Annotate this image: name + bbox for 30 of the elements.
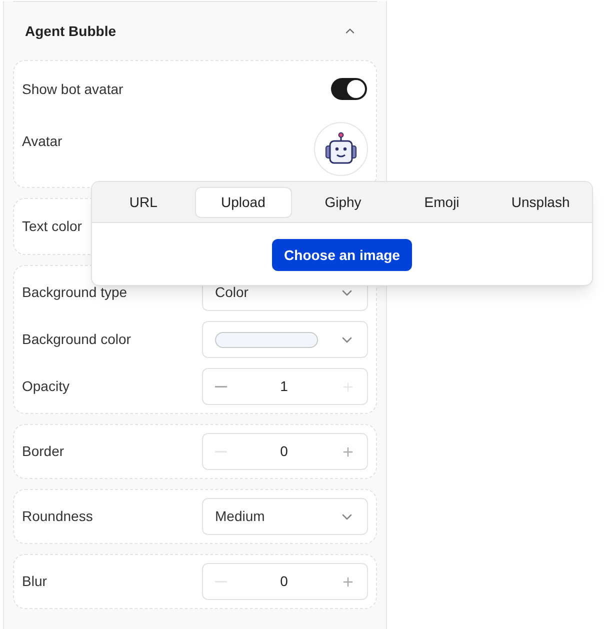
increment-button[interactable] — [340, 574, 355, 588]
field-label: Show bot avatar — [22, 80, 124, 98]
field-label: Background type — [22, 283, 128, 302]
minus-icon — [215, 386, 227, 388]
choose-image-button[interactable]: Choose an image — [272, 239, 412, 271]
plus-icon — [340, 444, 355, 458]
number-value: 1 — [280, 377, 288, 396]
robot-icon — [324, 132, 358, 166]
field-label: Opacity — [22, 377, 70, 396]
tab[interactable]: URL — [96, 186, 191, 218]
avatar-button[interactable] — [314, 122, 368, 176]
color-picker[interactable] — [202, 321, 368, 358]
field-label: Text color — [22, 217, 82, 236]
plus-icon — [340, 380, 355, 394]
select-field[interactable]: Medium — [202, 498, 368, 535]
field-label: Border — [22, 442, 64, 461]
field-label: Background color — [22, 330, 131, 349]
tab[interactable]: Emoji — [394, 186, 490, 218]
number-value: 0 — [280, 572, 288, 591]
field-label: Roundness — [22, 507, 93, 526]
tab[interactable]: Unsplash — [493, 186, 588, 218]
tab[interactable]: Giphy — [296, 186, 390, 218]
increment-button[interactable] — [340, 444, 355, 458]
field-label: Avatar — [22, 132, 62, 151]
plus-icon — [340, 574, 355, 588]
toggle-switch[interactable] — [331, 78, 367, 100]
field-label: Blur — [22, 572, 47, 591]
tab[interactable]: Upload — [194, 186, 292, 218]
section-title: Agent Bubble — [25, 22, 116, 41]
number-value: 0 — [280, 442, 288, 461]
